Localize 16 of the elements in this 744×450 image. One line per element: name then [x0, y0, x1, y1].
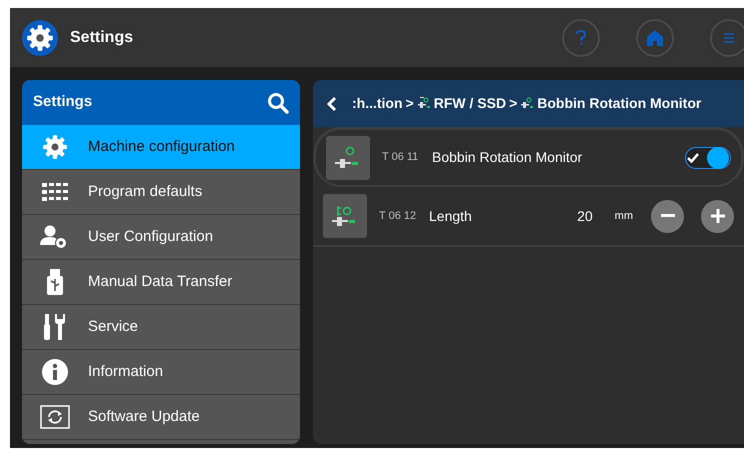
app-title: Settings [70, 28, 134, 48]
parameter-name: Bobbin Rotation Monitor [432, 148, 582, 167]
breadcrumb-separator: > [406, 94, 414, 113]
parameter-code: T 06 11 [382, 150, 420, 166]
breadcrumb-separator: > [509, 94, 518, 113]
panel-title: Settings [33, 92, 92, 112]
breadcrumb-link[interactable]: RFW / SSD [434, 93, 506, 114]
breadcrumb-link[interactable]: :h...tion [352, 93, 403, 114]
parameter-code: T 06 12 [379, 208, 418, 224]
menu-item[interactable]: Machine configuration [22, 125, 300, 170]
parameter-row[interactable]: T 06 12 Length 20 mm [313, 187, 744, 247]
parameter-unit: mm [614, 208, 633, 224]
parameter-value: 20 [577, 206, 593, 226]
breadcrumb-link[interactable]: Bobbin Rotation Monitor [537, 93, 702, 114]
parameter-row[interactable]: T 06 11 Bobbin Rotation Monitor [313, 127, 744, 187]
parameter-name: Length [429, 206, 472, 226]
